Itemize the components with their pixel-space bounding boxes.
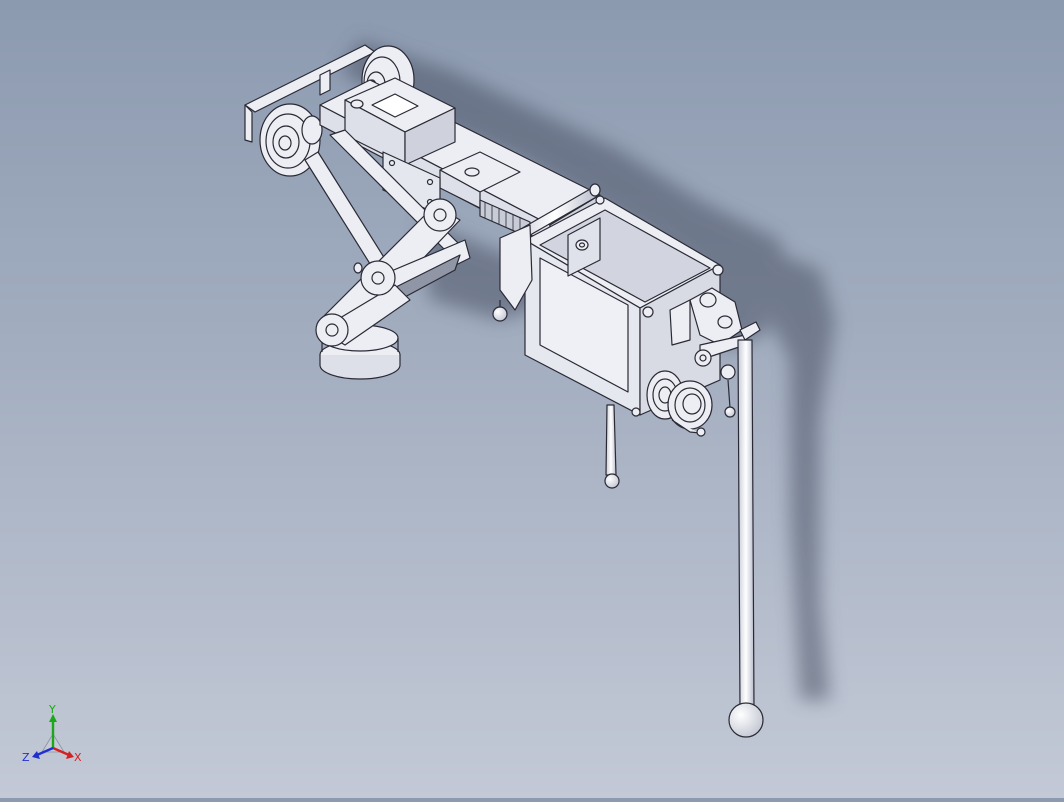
pendant-rod[interactable] <box>728 321 764 738</box>
x-axis-arrow-icon <box>52 746 74 759</box>
short-vertical-handle[interactable] <box>604 404 620 489</box>
x-axis-label: X <box>74 751 82 764</box>
handwheel[interactable] <box>667 380 713 437</box>
y-axis-label: Y <box>48 703 56 716</box>
coordinate-triad: Y X Z <box>22 703 82 764</box>
z-axis-label: Z <box>22 751 30 764</box>
cad-model-view[interactable] <box>0 0 1064 798</box>
graphics-viewport[interactable] <box>0 0 1064 798</box>
assembly[interactable] <box>244 44 764 738</box>
z-axis-arrow-icon <box>32 746 54 759</box>
